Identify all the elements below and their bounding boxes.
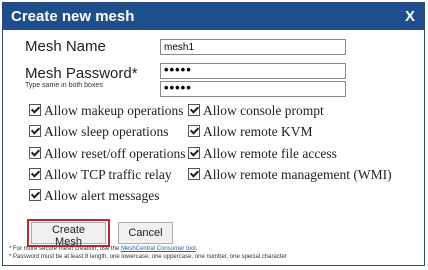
create-mesh-button[interactable]: Create Mesh bbox=[31, 222, 106, 248]
option-label: Allow sleep operations bbox=[44, 124, 169, 139]
option-label: Allow makeup operations bbox=[44, 103, 184, 118]
checkbox-checked-icon[interactable] bbox=[188, 168, 200, 180]
option-label: Allow remote KVM bbox=[203, 124, 313, 139]
option-remote-management-wmi[interactable]: Allow remote management (WMI) bbox=[188, 167, 392, 183]
option-remote-file-access[interactable]: Allow remote file access bbox=[188, 146, 337, 162]
option-label: Allow alert messages bbox=[44, 188, 160, 203]
checkbox-checked-icon[interactable] bbox=[29, 104, 41, 116]
dialog-titlebar: Create new mesh X bbox=[3, 3, 424, 30]
option-sleep-operations[interactable]: Allow sleep operations bbox=[29, 124, 168, 140]
mesh-password-label: Mesh Password* bbox=[25, 65, 138, 82]
checkbox-checked-icon[interactable] bbox=[29, 168, 41, 180]
option-label: Allow console prompt bbox=[203, 103, 324, 118]
option-reset-off-operations[interactable]: Allow reset/off operations bbox=[29, 146, 185, 162]
checkbox-checked-icon[interactable] bbox=[188, 125, 200, 137]
password-input[interactable]: ••••• bbox=[160, 63, 346, 79]
option-label: Allow TCP traffic relay bbox=[44, 167, 172, 182]
option-remote-kvm[interactable]: Allow remote KVM bbox=[188, 124, 312, 140]
dialog-title: Create new mesh bbox=[11, 8, 135, 25]
mesh-name-label: Mesh Name bbox=[25, 38, 106, 55]
checkbox-checked-icon[interactable] bbox=[188, 104, 200, 116]
checkbox-checked-icon[interactable] bbox=[29, 189, 41, 201]
option-console-prompt[interactable]: Allow console prompt bbox=[188, 103, 324, 119]
create-mesh-dialog: Create new mesh X Mesh Name Mesh Passwor… bbox=[2, 2, 425, 266]
checkbox-checked-icon[interactable] bbox=[29, 147, 41, 159]
password-confirm-input[interactable]: ••••• bbox=[160, 81, 346, 97]
consumer-tool-link[interactable]: MeshCentral Consumer tool bbox=[121, 246, 196, 252]
option-label: Allow remote management (WMI) bbox=[203, 167, 392, 182]
note-password-rules: * Password must be at least 8 length, on… bbox=[9, 254, 287, 260]
password-hint: Type same in both boxes bbox=[25, 82, 103, 89]
close-icon[interactable]: X bbox=[405, 8, 415, 25]
option-tcp-traffic-relay[interactable]: Allow TCP traffic relay bbox=[29, 167, 172, 183]
option-alert-messages[interactable]: Allow alert messages bbox=[29, 188, 159, 204]
option-makeup-operations[interactable]: Allow makeup operations bbox=[29, 103, 183, 119]
checkbox-checked-icon[interactable] bbox=[29, 125, 41, 137]
mesh-name-input[interactable] bbox=[160, 39, 346, 55]
note-text: * For more secure mesh creation, use the bbox=[9, 246, 122, 252]
option-label: Allow remote file access bbox=[203, 146, 337, 161]
note-consumer-tool: * For more secure mesh creation, use the… bbox=[9, 246, 197, 252]
note-text: . bbox=[195, 246, 198, 252]
checkbox-checked-icon[interactable] bbox=[188, 147, 200, 159]
cancel-button[interactable]: Cancel bbox=[118, 222, 173, 244]
option-label: Allow reset/off operations bbox=[44, 146, 186, 161]
